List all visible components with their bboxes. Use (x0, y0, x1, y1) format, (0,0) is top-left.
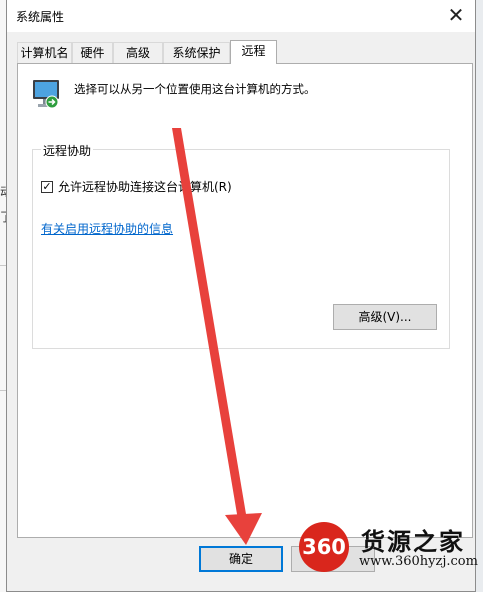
system-properties-dialog: 系统属性 ✕ 计算机名 硬件 高级 系统保护 远程 选择可以从另一个位置使用这台… (6, 0, 476, 592)
checkbox-checked-icon[interactable]: ✓ (41, 180, 53, 193)
remote-assistance-group: 远程协助 ✓ 允许远程协助连接这台计算机(R) 有关启用远程协助的信息 高级(V… (32, 142, 450, 349)
tab-remote[interactable]: 远程 (230, 40, 277, 64)
watermark: 360 货源之家 www.360hyzj.com (297, 518, 479, 578)
advanced-button[interactable]: 高级(V)... (333, 304, 437, 330)
allow-remote-assistance-label: 允许远程协助连接这台计算机(R) (58, 180, 232, 194)
remote-description: 选择可以从另一个位置使用这台计算机的方式。 (74, 82, 316, 96)
remote-assistance-group-title: 远程协助 (41, 142, 94, 159)
remote-tab-panel: 选择可以从另一个位置使用这台计算机的方式。 远程协助 ✓ 允许远程协助连接这台计… (17, 63, 473, 538)
remote-assistance-info-link[interactable]: 有关启用远程协助的信息 (41, 220, 173, 237)
tab-computer-name[interactable]: 计算机名 (17, 42, 72, 63)
title-bar: 系统属性 ✕ (7, 0, 475, 32)
watermark-url: www.360hyzj.com (359, 554, 478, 569)
tab-hardware[interactable]: 硬件 (72, 42, 113, 63)
close-button[interactable]: ✕ (445, 3, 467, 27)
allow-remote-assistance-checkbox[interactable]: ✓ 允许远程协助连接这台计算机(R) (41, 178, 232, 195)
remote-computer-icon (33, 80, 59, 109)
tab-advanced[interactable]: 高级 (113, 42, 163, 63)
ok-button[interactable]: 确定 (199, 546, 283, 572)
watermark-logo-badge: 360 (299, 522, 349, 572)
dialog-title: 系统属性 (16, 10, 65, 24)
tab-system-protection[interactable]: 系统保护 (163, 42, 230, 63)
watermark-name: 货源之家 (361, 528, 465, 556)
